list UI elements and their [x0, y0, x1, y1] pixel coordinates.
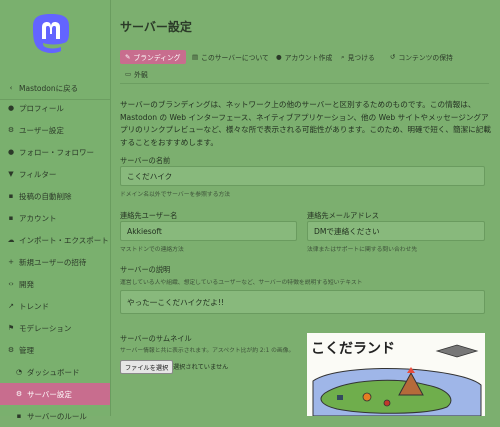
sidebar-item-label: モデレーション: [19, 323, 72, 333]
tabs-divider: [120, 83, 489, 84]
sidebar-item-follows[interactable]: ● フォロー・フォロワー: [0, 141, 110, 163]
user-icon: ●: [7, 104, 15, 112]
sidebar-item-label: フィルター: [19, 169, 57, 179]
sidebar-item-server-settings[interactable]: ⚙ サーバー設定: [0, 383, 110, 405]
sidebar-item-trends[interactable]: ↗ トレンド: [0, 295, 110, 317]
users-icon: ●: [7, 148, 15, 156]
contact-username-label: 連絡先ユーザー名: [120, 211, 178, 220]
tab-branding[interactable]: ✎ ブランディング: [120, 50, 186, 64]
sidebar-item-label: 投稿の自動削除: [19, 191, 72, 201]
file-icon: ▤: [192, 53, 199, 61]
sidebar-item-label: アカウント: [19, 213, 57, 223]
tab-label: 外観: [134, 71, 148, 79]
main-content: サーバー設定 ✎ ブランディング ▤ このサーバーについて ● アカウント作成 ⌕ 見つ…: [111, 0, 500, 416]
pencil-icon: ✎: [125, 53, 131, 61]
gear-icon: ⚙: [15, 390, 23, 398]
sidebar: ‹ Mastodonに戻る ● プロフィール ⚙ ユーザー設定 ● フォロー・フォロワー…: [0, 0, 111, 421]
filter-icon: ▼: [8, 170, 14, 178]
sidebar-item-label: ユーザー設定: [19, 125, 64, 135]
user-plus-icon: +: [8, 258, 14, 266]
gear-icon: ⚙: [7, 126, 15, 134]
sidebar-item-back[interactable]: ‹ Mastodonに戻る: [0, 77, 110, 99]
sidebar-item-invites[interactable]: + 新規ユーザーの招待: [0, 251, 110, 273]
contact-email-hint: 法律またはサポートに関する問い合わせ先: [307, 247, 418, 253]
server-thumbnail-hint: サーバー情報と共に表示されます。アスペクト比が約 2:1 の画像。: [120, 348, 295, 354]
server-name-input[interactable]: こくだハイク: [120, 166, 485, 186]
server-description-hint: 運営している人や組織、想定しているユーザーなど、サーバーの特徴を説明する短いテキ…: [120, 280, 363, 286]
thumbnail-title-text: こくだランド: [311, 341, 395, 357]
mastodon-logo[interactable]: [31, 12, 71, 56]
server-rules-icon: ▪: [16, 412, 22, 420]
tab-label: このサーバーについて: [201, 54, 269, 62]
tab-registrations[interactable]: ● アカウント作成: [271, 50, 337, 64]
cogs-icon: ⚙: [7, 346, 15, 354]
sidebar-item-label: インポート・エクスポート: [19, 235, 109, 245]
sidebar-item-filters[interactable]: ▼ フィルター: [0, 163, 110, 185]
server-name-label: サーバーの名前: [120, 156, 171, 165]
sidebar-item-label: サーバーのルール: [27, 411, 87, 421]
sidebar-item-development[interactable]: ‹› 開発: [0, 273, 110, 295]
sidebar-item-dashboard[interactable]: ◔ ダッシュボード: [0, 361, 110, 383]
tab-label: コンテンツの保持: [398, 54, 453, 62]
choose-file-button[interactable]: ファイルを選択: [120, 360, 174, 374]
sidebar-item-auto-delete[interactable]: ▪ 投稿の自動削除: [0, 185, 110, 207]
trash-icon: ▪: [8, 192, 14, 200]
sidebar-item-label: サーバー設定: [27, 389, 72, 399]
tab-content-retention[interactable]: ↺ コンテンツの保持: [385, 50, 458, 64]
page-title: サーバー設定: [120, 20, 192, 34]
history-icon: ↺: [390, 53, 396, 61]
flag-icon: ⚑: [7, 324, 15, 332]
file-status-text: 選択されていません: [173, 364, 229, 371]
contact-username-input[interactable]: Akkiesoft: [120, 221, 297, 241]
tab-discovery[interactable]: ⌕ 見つける: [336, 50, 380, 64]
lock-icon: ▪: [8, 214, 14, 222]
server-thumbnail-label: サーバーのサムネイル: [120, 334, 192, 343]
sidebar-item-label: プロフィール: [19, 103, 64, 113]
sidebar-item-label: 新規ユーザーの招待: [19, 257, 87, 267]
cloud-icon: ☁: [7, 236, 15, 244]
tab-label: 見つける: [347, 54, 375, 62]
search-icon: ⌕: [341, 52, 345, 61]
sidebar-item-import-export[interactable]: ☁ インポート・エクスポート: [0, 229, 110, 251]
server-name-hint: ドメイン名以外でサーバーを参照する方法: [120, 192, 231, 198]
contact-email-label: 連絡先メールアドレス: [307, 211, 379, 220]
tab-label: ブランディング: [133, 54, 181, 62]
tab-appearance[interactable]: ▭ 外観: [120, 67, 153, 81]
desktop-icon: ▭: [125, 70, 132, 78]
sidebar-item-label: トレンド: [19, 301, 49, 311]
sidebar-item-label: ダッシュボード: [27, 367, 80, 377]
tab-label: アカウント作成: [284, 54, 333, 62]
sidebar-item-label: フォロー・フォロワー: [19, 147, 94, 157]
server-description-label: サーバーの説明: [120, 265, 171, 274]
contact-email-input[interactable]: DMで連絡ください: [307, 221, 485, 241]
chevron-left-icon: ‹: [9, 84, 13, 92]
sidebar-item-admin[interactable]: ⚙ 管理: [0, 339, 110, 361]
sidebar-item-profile[interactable]: ● プロフィール: [0, 97, 110, 119]
users-icon: ●: [276, 53, 282, 61]
trend-icon: ↗: [8, 302, 14, 310]
branding-intro-text: サーバーのブランディングは、ネットワーク上の他のサーバーと区別するためのものです…: [120, 100, 491, 147]
server-description-textarea[interactable]: やった一こくだハイクだよ!!: [120, 290, 485, 314]
code-icon: ‹›: [8, 280, 14, 288]
tab-about[interactable]: ▤ このサーバーについて: [187, 50, 274, 64]
sidebar-item-account[interactable]: ▪ アカウント: [0, 207, 110, 229]
sidebar-item-label: 管理: [19, 345, 34, 355]
sidebar-item-label: 開発: [19, 279, 34, 289]
sidebar-item-server-rules[interactable]: ▪ サーバーのルール: [0, 405, 110, 427]
sidebar-item-user-settings[interactable]: ⚙ ユーザー設定: [0, 119, 110, 141]
dashboard-icon: ◔: [15, 368, 23, 376]
sidebar-item-label: Mastodonに戻る: [19, 83, 79, 93]
contact-username-hint: マストドンでの連絡方法: [120, 247, 184, 253]
server-thumbnail-image: こくだランド: [307, 333, 485, 416]
sidebar-item-moderation[interactable]: ⚑ モデレーション: [0, 317, 110, 339]
